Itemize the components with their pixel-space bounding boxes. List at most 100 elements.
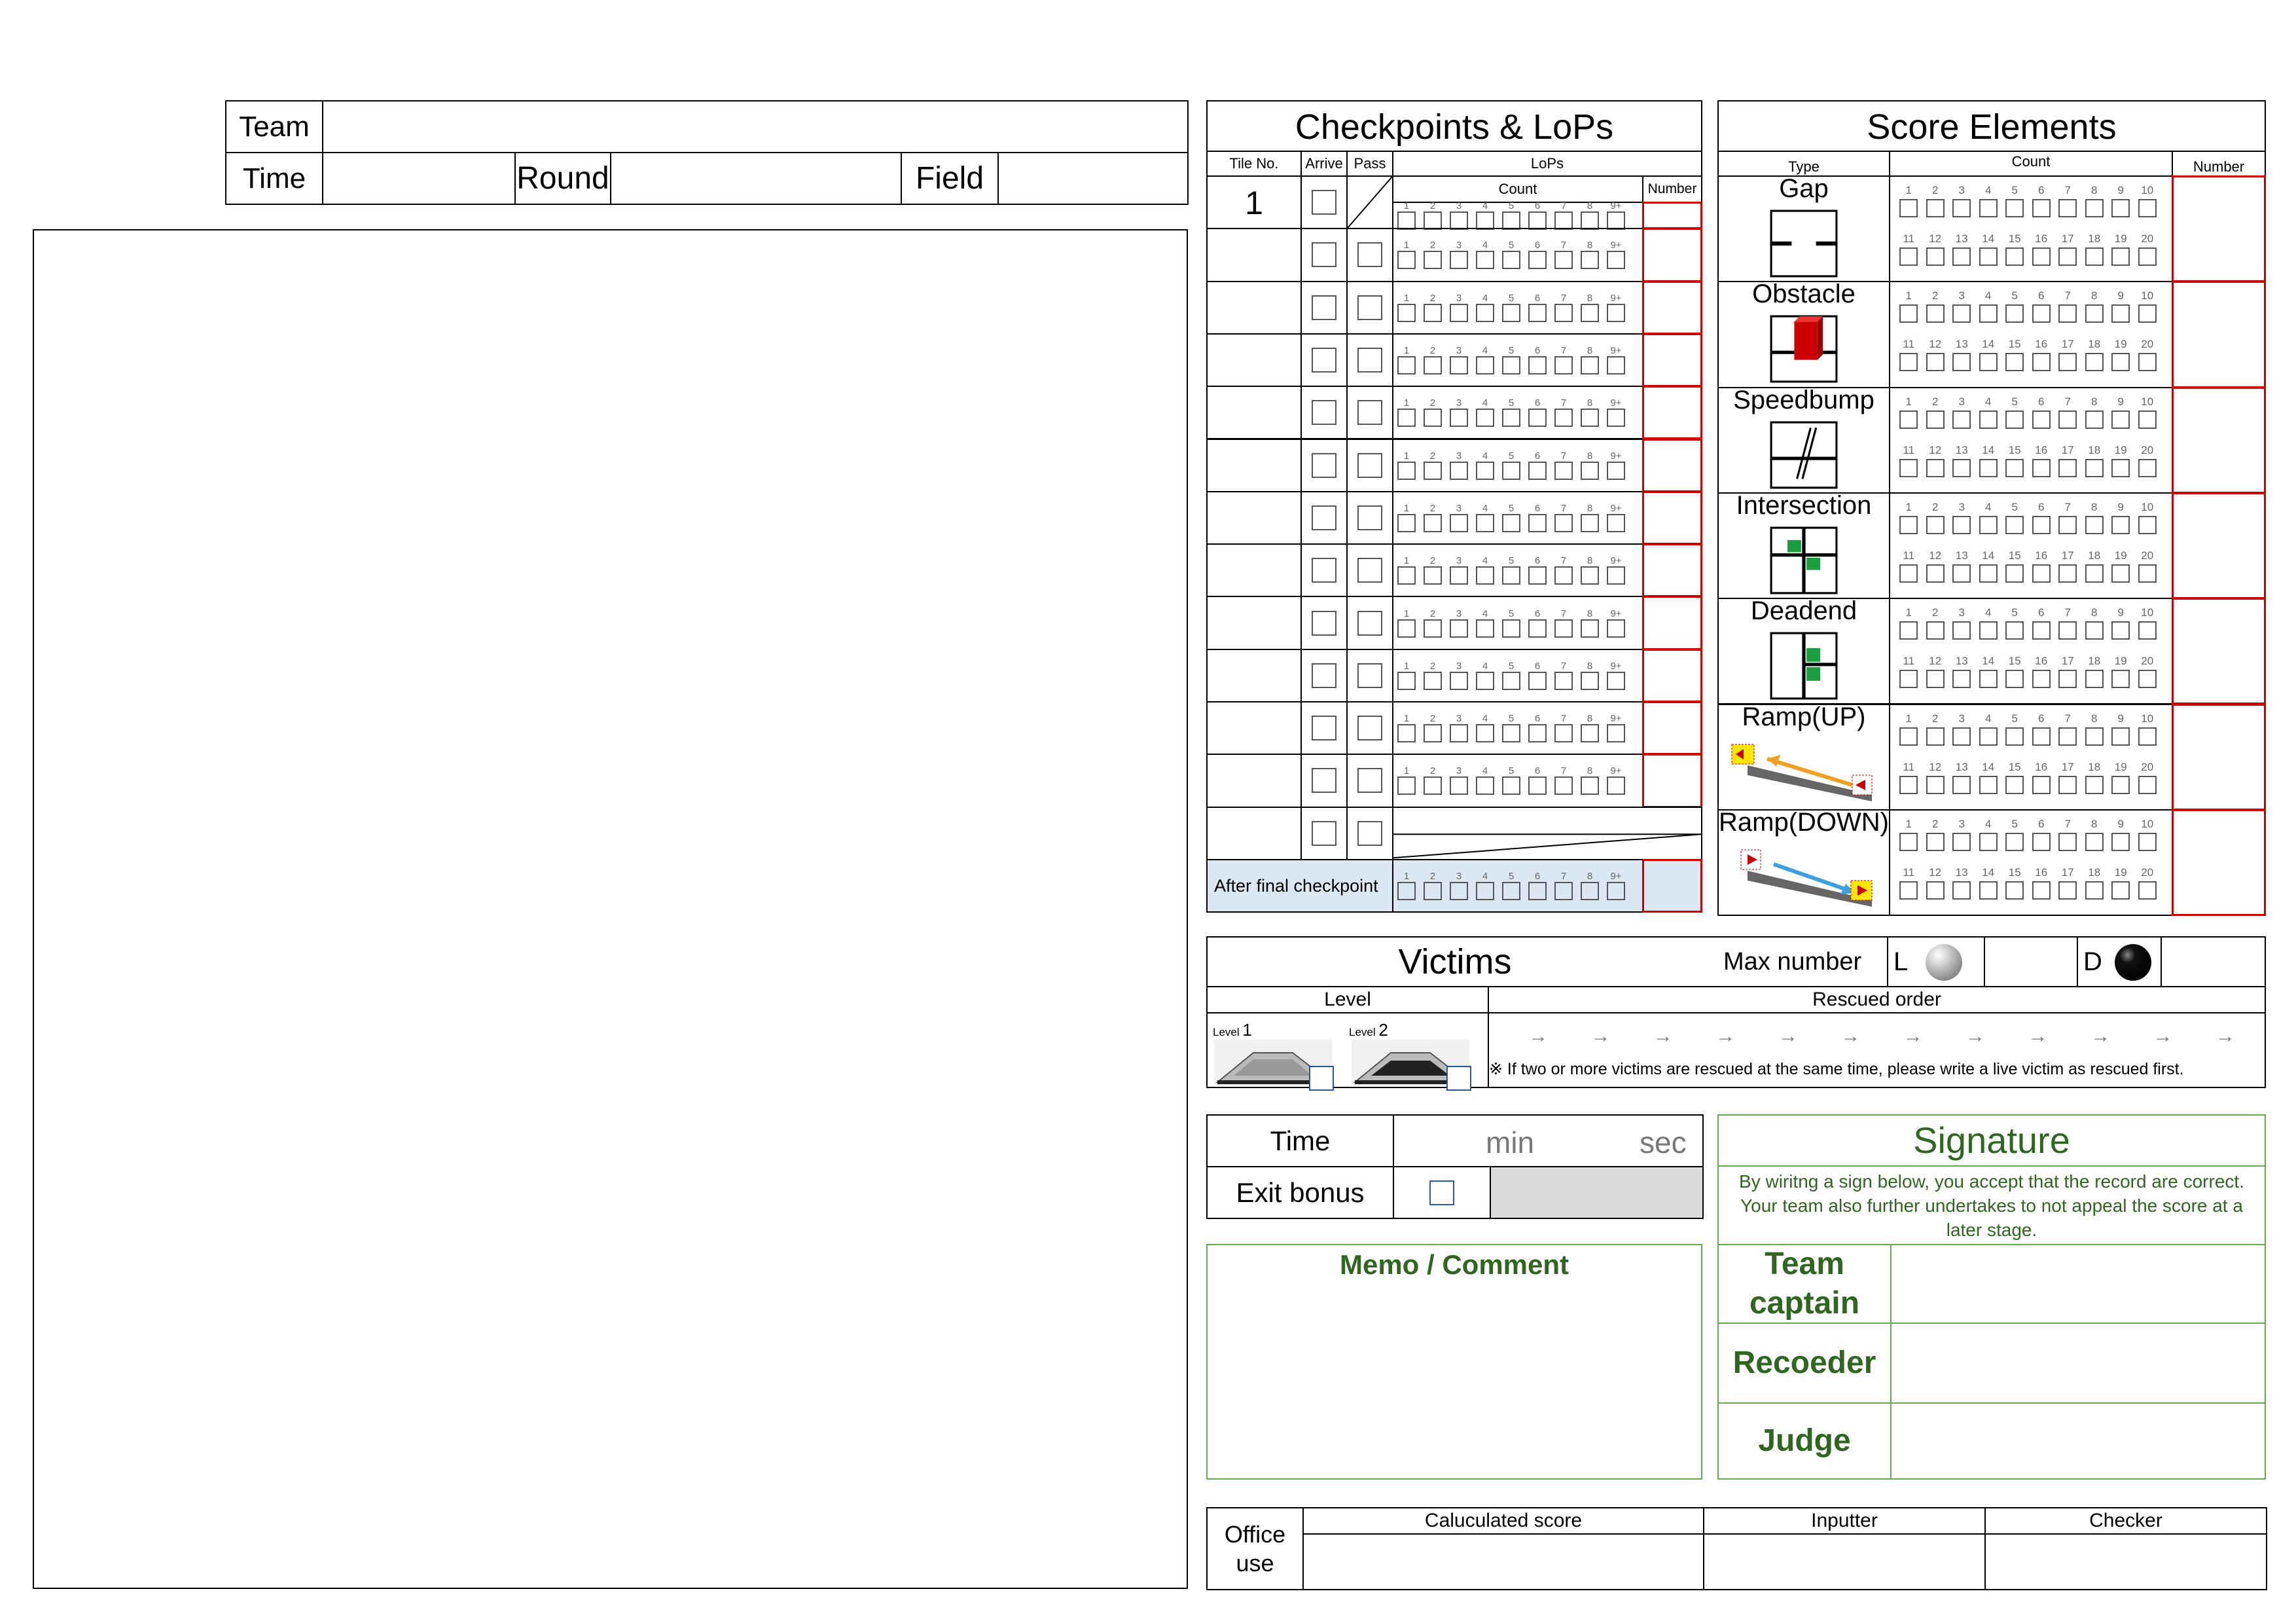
lops-count-cell[interactable]: 1 2 3 4 5 6 7 8 9+ bbox=[1392, 701, 1643, 756]
count-checkbox[interactable] bbox=[1397, 251, 1416, 270]
count-checkbox[interactable] bbox=[2058, 199, 2077, 217]
tile-no-cell[interactable] bbox=[1206, 543, 1302, 598]
pass-cell[interactable] bbox=[1346, 386, 1393, 440]
count-checkbox[interactable] bbox=[2138, 564, 2157, 583]
count-checkbox[interactable] bbox=[2005, 727, 2024, 746]
count-checkbox[interactable] bbox=[1528, 251, 1547, 270]
lops-number-cell[interactable] bbox=[1642, 858, 1702, 913]
count-checkbox[interactable] bbox=[2085, 458, 2104, 477]
count-checkbox[interactable] bbox=[1424, 882, 1442, 901]
pass-cell[interactable] bbox=[1346, 280, 1393, 335]
count-checkbox[interactable] bbox=[1899, 881, 1918, 900]
count-checkbox[interactable] bbox=[2058, 670, 2077, 689]
count-checkbox[interactable] bbox=[1979, 881, 1998, 900]
count-checkbox[interactable] bbox=[1424, 724, 1442, 743]
count-checkbox[interactable] bbox=[2005, 458, 2024, 477]
count-checkbox[interactable] bbox=[1502, 882, 1520, 901]
count-checkbox[interactable] bbox=[1424, 211, 1442, 230]
count-checkbox[interactable] bbox=[1979, 564, 1998, 583]
count-checkbox[interactable] bbox=[2111, 458, 2130, 477]
count-checkbox[interactable] bbox=[2058, 458, 2077, 477]
count-checkbox[interactable] bbox=[2032, 727, 2051, 746]
count-checkbox[interactable] bbox=[2005, 564, 2024, 583]
count-checkbox[interactable] bbox=[1554, 513, 1573, 532]
lops-count-cell[interactable]: 1 2 3 4 5 6 7 8 9+ bbox=[1392, 386, 1643, 440]
count-checkbox[interactable] bbox=[1899, 670, 1918, 689]
count-checkbox[interactable] bbox=[1554, 303, 1573, 322]
count-checkbox[interactable] bbox=[1502, 409, 1520, 428]
count-checkbox[interactable] bbox=[1899, 515, 1918, 534]
count-checkbox[interactable] bbox=[2005, 353, 2024, 372]
pass-cell[interactable] bbox=[1346, 754, 1393, 808]
count-checkbox[interactable] bbox=[1979, 670, 1998, 689]
count-checkbox[interactable] bbox=[1607, 356, 1625, 375]
count-checkbox[interactable] bbox=[2111, 727, 2130, 746]
count-checkbox[interactable] bbox=[2032, 247, 2051, 266]
level2-checkbox[interactable] bbox=[1446, 1066, 1471, 1091]
arrive-cell[interactable] bbox=[1300, 280, 1348, 335]
count-checkbox[interactable] bbox=[2085, 515, 2104, 534]
pass-cell[interactable] bbox=[1346, 228, 1393, 282]
count-checkbox[interactable] bbox=[1397, 303, 1416, 322]
count-checkbox[interactable] bbox=[1450, 566, 1468, 585]
rescued-order-cell[interactable]: → → → → → → → → → → → → ※ If two or more victims ar… bbox=[1488, 1012, 2266, 1088]
count-checkbox[interactable] bbox=[1926, 410, 1945, 429]
count-checkbox[interactable] bbox=[1476, 513, 1494, 532]
count-checkbox[interactable] bbox=[1607, 882, 1625, 901]
pass-cell[interactable] bbox=[1346, 648, 1393, 702]
count-checkbox[interactable] bbox=[1450, 882, 1468, 901]
count-checkbox[interactable] bbox=[2058, 247, 2077, 266]
arrive-cell[interactable] bbox=[1300, 596, 1348, 650]
count-checkbox[interactable] bbox=[1502, 251, 1520, 270]
count-checkbox[interactable] bbox=[2085, 410, 2104, 429]
arrive-checkbox[interactable] bbox=[1312, 716, 1336, 741]
count-checkbox[interactable] bbox=[1476, 882, 1494, 901]
drawing-area[interactable] bbox=[33, 229, 1188, 1589]
count-checkbox[interactable] bbox=[1581, 251, 1599, 270]
score-count-cell[interactable]: 1 2 3 4 5 6 7 8 9 10 11 12 13 14 15 16 17 18 19 20 bbox=[1889, 492, 2173, 600]
count-checkbox[interactable] bbox=[2032, 199, 2051, 217]
count-checkbox[interactable] bbox=[1581, 461, 1599, 480]
count-checkbox[interactable] bbox=[2111, 881, 2130, 900]
count-checkbox[interactable] bbox=[2138, 670, 2157, 689]
pass-cell[interactable] bbox=[1346, 438, 1393, 492]
count-checkbox[interactable] bbox=[1607, 619, 1625, 638]
count-checkbox[interactable] bbox=[1450, 776, 1468, 795]
count-checkbox[interactable] bbox=[1450, 356, 1468, 375]
count-checkbox[interactable] bbox=[2058, 727, 2077, 746]
arrive-checkbox[interactable] bbox=[1312, 558, 1336, 583]
count-checkbox[interactable] bbox=[2032, 458, 2051, 477]
count-checkbox[interactable] bbox=[2138, 832, 2157, 851]
inputter-field[interactable] bbox=[1703, 1533, 1986, 1590]
count-checkbox[interactable] bbox=[1397, 461, 1416, 480]
count-checkbox[interactable] bbox=[1528, 461, 1547, 480]
count-checkbox[interactable] bbox=[1607, 409, 1625, 428]
checker-field[interactable] bbox=[1984, 1533, 2267, 1590]
count-checkbox[interactable] bbox=[1926, 621, 1945, 640]
count-checkbox[interactable] bbox=[1450, 513, 1468, 532]
count-checkbox[interactable] bbox=[2032, 775, 2051, 794]
count-checkbox[interactable] bbox=[1554, 566, 1573, 585]
arrive-cell[interactable] bbox=[1300, 701, 1348, 756]
arrive-cell[interactable] bbox=[1300, 228, 1348, 282]
count-checkbox[interactable] bbox=[1926, 832, 1945, 851]
count-checkbox[interactable] bbox=[1581, 356, 1599, 375]
count-checkbox[interactable] bbox=[1899, 247, 1918, 266]
pass-cell[interactable] bbox=[1346, 701, 1393, 756]
arrive-cell[interactable] bbox=[1300, 543, 1348, 598]
team-field[interactable] bbox=[321, 100, 1189, 153]
count-checkbox[interactable] bbox=[2085, 832, 2104, 851]
tile-no-cell[interactable] bbox=[1206, 754, 1302, 808]
count-checkbox[interactable] bbox=[1450, 303, 1468, 322]
count-checkbox[interactable] bbox=[1397, 724, 1416, 743]
round-field[interactable] bbox=[610, 152, 902, 205]
count-checkbox[interactable] bbox=[1450, 619, 1468, 638]
arrive-checkbox[interactable] bbox=[1312, 610, 1336, 636]
pass-checkbox[interactable] bbox=[1357, 716, 1382, 741]
count-checkbox[interactable] bbox=[1450, 251, 1468, 270]
score-count-cell[interactable]: 1 2 3 4 5 6 7 8 9 10 11 12 13 14 15 16 17 18 19 20 bbox=[1889, 386, 2173, 494]
count-checkbox[interactable] bbox=[1397, 409, 1416, 428]
pass-checkbox[interactable] bbox=[1357, 610, 1382, 636]
count-checkbox[interactable] bbox=[2058, 881, 2077, 900]
count-checkbox[interactable] bbox=[1450, 211, 1468, 230]
